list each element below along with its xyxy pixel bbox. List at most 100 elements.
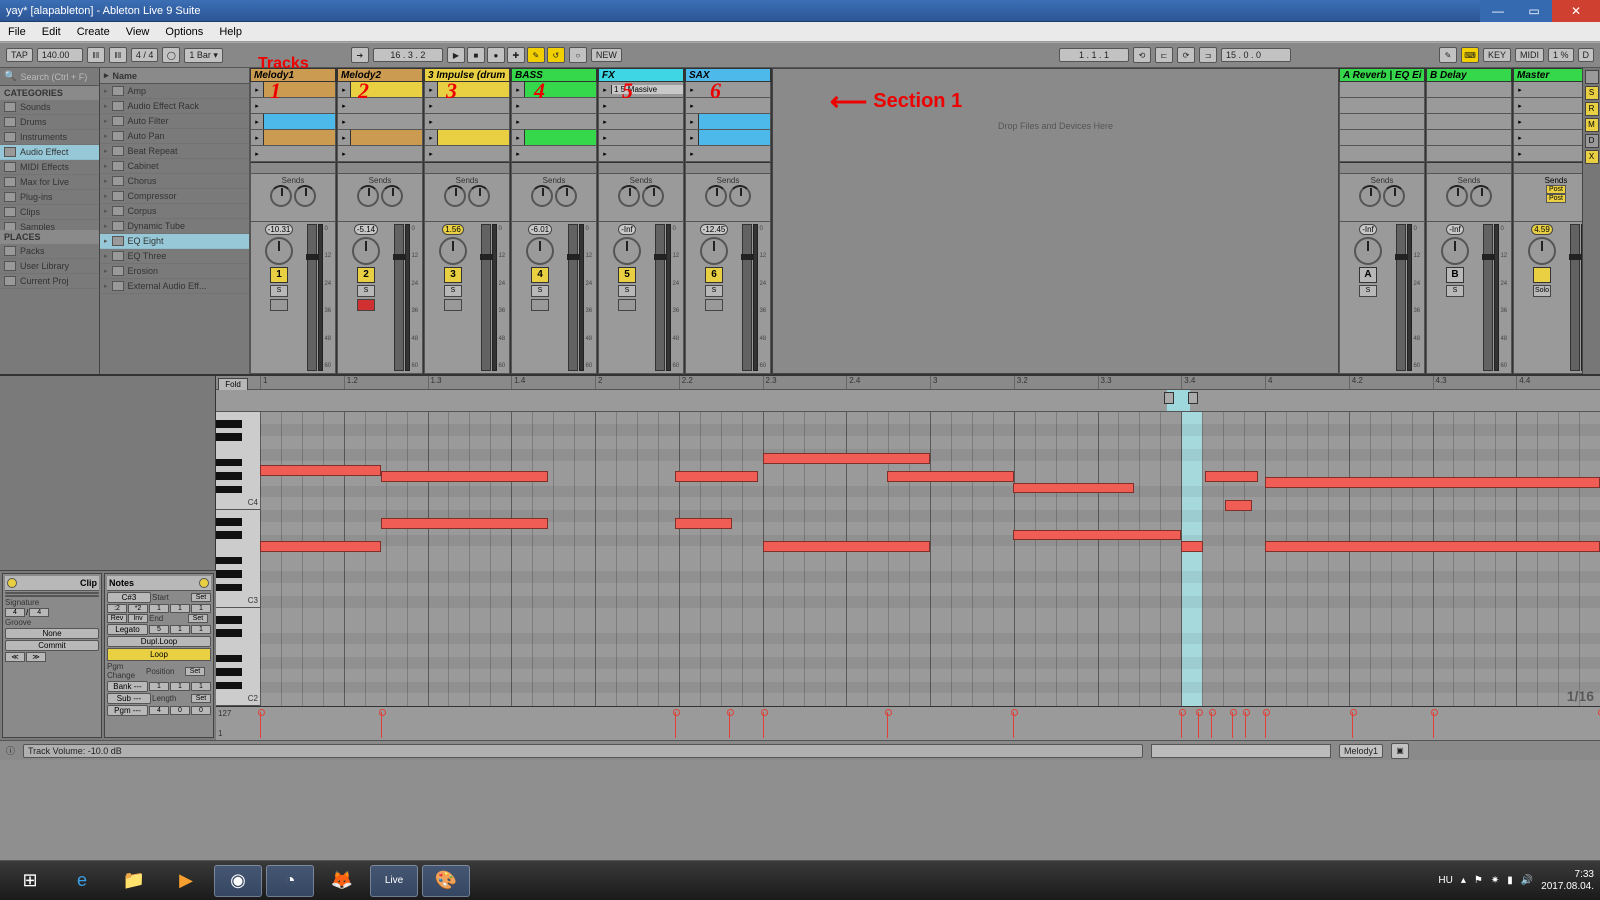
velocity-marker[interactable]	[1181, 712, 1182, 738]
clip-slot[interactable]: ▸	[511, 130, 597, 146]
browser-item[interactable]: Plug-ins	[0, 190, 99, 205]
name-column-header[interactable]: ▸ Name	[100, 68, 249, 84]
browser-item[interactable]: ▸ Auto Pan	[100, 129, 249, 144]
midi-note[interactable]	[260, 465, 381, 476]
taskbar-paint[interactable]: 🎨	[422, 865, 470, 897]
tempo-field[interactable]: 140.00	[37, 48, 83, 62]
menu-create[interactable]: Create	[77, 26, 110, 38]
solo-button[interactable]: Solo	[1533, 285, 1551, 297]
volume-fader[interactable]	[568, 224, 578, 371]
midi-note[interactable]	[1181, 541, 1204, 552]
browser-item[interactable]: ▸ Cabinet	[100, 159, 249, 174]
mixer-toggle[interactable]: M	[1585, 118, 1599, 132]
loop-end-marker[interactable]	[1188, 392, 1198, 404]
reenable-automation[interactable]: ↺	[547, 47, 565, 63]
taskbar-ie[interactable]: e	[58, 865, 106, 897]
menu-options[interactable]: Options	[165, 26, 203, 38]
clip-slot[interactable]: ▸	[250, 82, 336, 98]
clip-slot[interactable]: ▸	[424, 146, 510, 162]
clip-slot[interactable]: ▸	[598, 98, 684, 114]
clip-slot[interactable]: ▸	[337, 114, 423, 130]
track-header[interactable]: Melody2	[337, 68, 423, 82]
clip-slot[interactable]: ▸	[424, 98, 510, 114]
menu-file[interactable]: File	[8, 26, 26, 38]
midi-note[interactable]	[887, 471, 1014, 482]
taskbar-steam[interactable]: ◔	[266, 865, 314, 897]
clip-slot[interactable]: ▸	[598, 146, 684, 162]
track-header[interactable]: BASS	[511, 68, 597, 82]
clip-slot[interactable]	[1426, 146, 1512, 162]
overview[interactable]	[1151, 744, 1331, 758]
browser-item[interactable]: ▸ Corpus	[100, 204, 249, 219]
velocity-marker[interactable]	[1433, 712, 1434, 738]
browser-item[interactable]: ▸ Auto Filter	[100, 114, 249, 129]
volume-fader[interactable]	[1396, 224, 1406, 371]
browser-item[interactable]: MIDI Effects	[0, 160, 99, 175]
loop-toggle[interactable]: Loop	[107, 648, 211, 661]
window-maximize[interactable]: ▭	[1516, 0, 1552, 22]
nudge-up[interactable]: ‖‖	[109, 47, 127, 63]
browser-item[interactable]: ▸ External Audio Eff...	[100, 279, 249, 294]
velocity-marker[interactable]	[1013, 712, 1014, 738]
browser-item[interactable]: Clips	[0, 205, 99, 220]
clip-slot[interactable]: ▸	[685, 82, 771, 98]
clip-slot[interactable]: ▸	[598, 114, 684, 130]
browser-item[interactable]: Samples	[0, 220, 99, 230]
clip-slot[interactable]: ▸	[685, 98, 771, 114]
browser-item[interactable]: Max for Live	[0, 175, 99, 190]
tray-volume-icon[interactable]: 🔊	[1521, 875, 1533, 886]
track-header[interactable]: SAX	[685, 68, 771, 82]
volume-fader[interactable]	[1570, 224, 1580, 371]
solo-button[interactable]: S	[444, 285, 462, 297]
midi-note[interactable]	[763, 541, 931, 552]
loop-switch[interactable]: ⟲	[1133, 47, 1151, 63]
browser-item[interactable]: ▸ EQ Three	[100, 249, 249, 264]
status-detail[interactable]: ▣	[1391, 743, 1409, 759]
browser-item[interactable]: ▸ Audio Effect Rack	[100, 99, 249, 114]
clip-slot[interactable]: ▸	[424, 130, 510, 146]
arm-button[interactable]	[270, 299, 288, 311]
midi-editor[interactable]: Fold 11.21.31.422.22.32.433.23.33.444.24…	[216, 376, 1600, 740]
window-minimize[interactable]: —	[1480, 0, 1516, 22]
clip-slot[interactable]: ▸	[337, 98, 423, 114]
taskbar-media[interactable]: ▶	[162, 865, 210, 897]
clip-slot[interactable]	[1339, 130, 1425, 146]
clip-slot[interactable]: ▸	[250, 98, 336, 114]
clip-slot[interactable]: ▸	[511, 98, 597, 114]
tray-up-icon[interactable]: ▴	[1461, 875, 1466, 886]
loop-brace-lane[interactable]	[216, 390, 1600, 412]
punch-in[interactable]: ⊏	[1155, 47, 1173, 63]
clip-slot[interactable]	[1339, 98, 1425, 114]
velocity-marker[interactable]	[1265, 712, 1266, 738]
midi-note[interactable]	[1013, 530, 1181, 541]
loop-length[interactable]: 15 . 0 . 0	[1221, 48, 1291, 62]
browser-item[interactable]: ▸ Compressor	[100, 189, 249, 204]
beat-ruler[interactable]: 11.21.31.422.22.32.433.23.33.444.24.34.4	[216, 376, 1600, 390]
clip-slot[interactable]: ▸	[685, 146, 771, 162]
midi-note[interactable]	[1265, 541, 1600, 552]
menu-help[interactable]: Help	[219, 26, 242, 38]
taskbar-live[interactable]: Live	[370, 865, 418, 897]
arm-button[interactable]	[618, 299, 636, 311]
velocity-lane[interactable]: 1271	[216, 706, 1600, 740]
midi-note[interactable]	[381, 518, 549, 529]
volume-fader[interactable]	[307, 224, 317, 371]
sends-toggle[interactable]: S	[1585, 86, 1599, 100]
clip-slot[interactable]: ▸	[337, 130, 423, 146]
track-header[interactable]: B Delay	[1426, 68, 1512, 82]
tray-network-icon[interactable]: ✷	[1491, 875, 1499, 886]
clip-slot[interactable]	[1339, 114, 1425, 130]
computer-midi[interactable]: ⌨	[1461, 47, 1479, 63]
quantize-menu[interactable]: 1 Bar ▾	[184, 48, 223, 63]
browser-item[interactable]: Current Proj	[0, 274, 99, 289]
browser-item[interactable]: User Library	[0, 259, 99, 274]
track-activator[interactable]: 6	[705, 267, 723, 283]
arm-button[interactable]	[705, 299, 723, 311]
solo-button[interactable]: S	[705, 285, 723, 297]
clip-slot[interactable]: ▸	[511, 82, 597, 98]
browser-item[interactable]: ▸ Beat Repeat	[100, 144, 249, 159]
solo-button[interactable]: S	[531, 285, 549, 297]
browser-item[interactable]: Sounds	[0, 100, 99, 115]
velocity-marker[interactable]	[763, 712, 764, 738]
browser-item[interactable]: Instruments	[0, 130, 99, 145]
